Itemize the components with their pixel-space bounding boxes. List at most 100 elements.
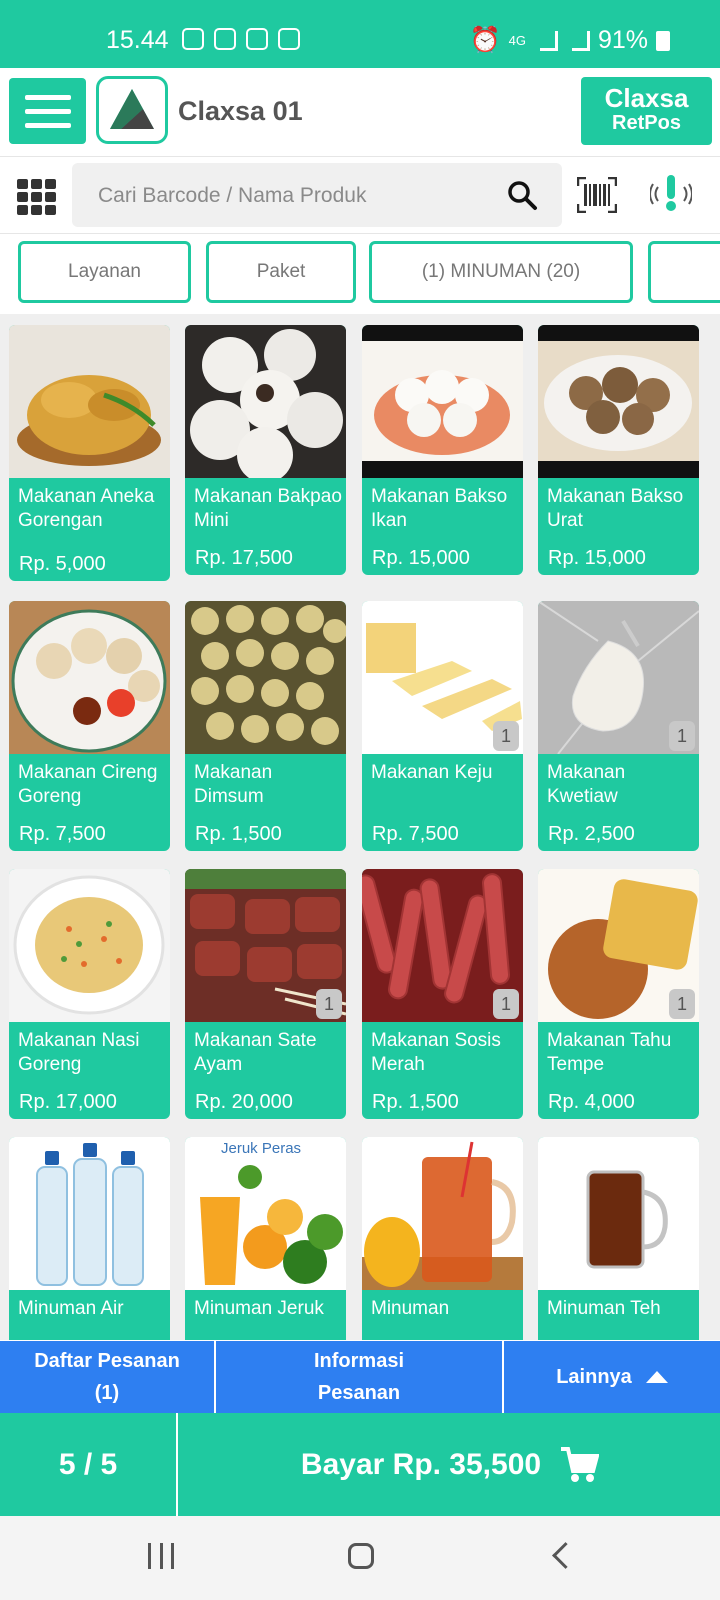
menu-button[interactable]	[9, 78, 86, 144]
product-card[interactable]: Minuman Air	[9, 1137, 170, 1340]
product-price: Rp. 17,000	[19, 1091, 117, 1113]
product-card[interactable]: 1 Makanan Tahu Tempe Rp. 4,000	[538, 869, 699, 1119]
product-card[interactable]: 1 Makanan Keju Rp. 7,500	[362, 601, 523, 851]
product-name: Minuman Teh	[547, 1298, 661, 1319]
product-image	[185, 325, 346, 478]
recent-apps-icon[interactable]	[148, 1543, 174, 1569]
status-right: ⏰ 4G 91%	[469, 26, 670, 55]
product-image	[362, 325, 523, 478]
alarm-icon: ⏰	[469, 26, 501, 54]
product-name: Makanan Sate Ayam	[194, 1030, 317, 1075]
product-image	[185, 601, 346, 754]
cart-count-badge: 1	[669, 721, 695, 751]
shield-icon	[246, 28, 268, 50]
app-bar: Claxsa 01 Claxsa RetPos	[0, 68, 720, 158]
product-card[interactable]: Minuman Teh	[538, 1137, 699, 1340]
tiktok-icon	[182, 28, 204, 50]
product-name: Minuman	[371, 1298, 450, 1319]
pay-button[interactable]: Bayar Rp. 35,500	[180, 1413, 720, 1516]
system-nav-bar	[0, 1516, 720, 1600]
vibrate-alert-icon[interactable]	[650, 173, 692, 215]
product-image	[9, 1137, 170, 1290]
image-icon	[278, 28, 300, 50]
tab-order-info-label: Informasi Pesanan	[313, 1350, 405, 1404]
product-grid: Makanan Aneka Gorengan Rp. 5,000 Makanan…	[0, 314, 720, 1340]
cart-count-badge: 1	[493, 721, 519, 751]
tab-order-info[interactable]: Informasi Pesanan	[216, 1341, 504, 1413]
logo-triangle-icon	[110, 89, 154, 129]
product-name: Minuman Air	[18, 1298, 124, 1319]
product-card[interactable]: Makanan Dimsum Rp. 1,500	[185, 601, 346, 851]
product-name: Minuman Jeruk	[194, 1298, 324, 1319]
barcode-scan-icon[interactable]	[577, 177, 617, 213]
product-card[interactable]: 1 Makanan Kwetiaw Rp. 2,500	[538, 601, 699, 851]
search-icon[interactable]	[506, 179, 538, 211]
product-image	[9, 869, 170, 1022]
product-image: Jeruk Peras	[185, 1137, 346, 1290]
category-layanan[interactable]: Layanan	[18, 241, 191, 303]
product-card[interactable]: Makanan Nasi Goreng Rp. 17,000	[9, 869, 170, 1119]
product-card[interactable]: Makanan Bakso Ikan Rp. 15,000	[362, 325, 523, 575]
tab-more-label: Lainnya	[556, 1366, 632, 1388]
pay-bar: 5 / 5 Bayar Rp. 35,500	[0, 1413, 720, 1516]
cart-count-badge: 1	[493, 989, 519, 1019]
brand-button[interactable]: Claxsa RetPos	[581, 77, 712, 145]
category-tabs: Layanan Paket (1) MINUMAN (20)	[0, 234, 720, 314]
product-price: Rp. 5,000	[19, 553, 106, 575]
product-name: Makanan Sosis Merah	[371, 1030, 501, 1075]
notification-icons	[182, 28, 300, 50]
product-price: Rp. 15,000	[548, 547, 646, 569]
category-paket[interactable]: Paket	[206, 241, 356, 303]
calendar-icon	[214, 28, 236, 50]
search-row	[0, 157, 720, 235]
network-label: 4G	[508, 33, 526, 48]
tab-order-list[interactable]: Daftar Pesanan (1)	[0, 1341, 216, 1413]
product-card[interactable]: Makanan Cireng Goreng Rp. 7,500	[9, 601, 170, 851]
product-name: Makanan Tahu Tempe	[547, 1030, 672, 1075]
product-price: Rp. 1,500	[195, 823, 282, 845]
home-icon[interactable]	[348, 1543, 374, 1569]
product-image	[362, 1137, 523, 1290]
product-price: Rp. 7,500	[372, 823, 459, 845]
product-price: Rp. 7,500	[19, 823, 106, 845]
product-price: Rp. 17,500	[195, 547, 293, 569]
product-name: Makanan Bakso Urat	[547, 486, 684, 531]
cart-count-badge: 1	[669, 989, 695, 1019]
product-card[interactable]: Makanan Bakpao Mini Rp. 17,500	[185, 325, 346, 575]
hamburger-icon	[24, 94, 71, 100]
product-name: Makanan Nasi Goreng	[18, 1030, 140, 1075]
product-card[interactable]: 1 Makanan Sate Ayam Rp. 20,000	[185, 869, 346, 1119]
product-card[interactable]: 1 Makanan Sosis Merah Rp. 1,500	[362, 869, 523, 1119]
item-count: 5 / 5	[0, 1413, 178, 1516]
store-name: Claxsa 01	[178, 96, 303, 126]
back-icon[interactable]	[552, 1542, 579, 1569]
product-image	[538, 1137, 699, 1290]
grid-view-icon[interactable]	[17, 179, 56, 215]
app-logo	[96, 76, 168, 144]
search-input[interactable]	[72, 163, 510, 229]
product-name: Makanan Cireng Goreng	[18, 762, 158, 807]
product-name: Makanan Bakpao Mini	[194, 486, 342, 531]
product-image	[9, 325, 170, 478]
status-bar: 15.44 ⏰ 4G 91%	[0, 0, 720, 68]
status-time: 15.44	[106, 26, 169, 54]
pay-label: Bayar Rp. 35,500	[300, 1447, 542, 1481]
cart-count-badge: 1	[316, 989, 342, 1019]
product-price: Rp. 20,000	[195, 1091, 293, 1113]
category-more[interactable]	[648, 241, 720, 303]
product-name: Makanan Aneka Gorengan	[18, 486, 155, 531]
battery-label: 91%	[597, 26, 648, 54]
product-card[interactable]: Jeruk Peras Minuman Jeruk	[185, 1137, 346, 1340]
order-tabs: Daftar Pesanan (1) Informasi Pesanan Lai…	[0, 1341, 720, 1413]
product-card[interactable]: Makanan Aneka Gorengan Rp. 5,000	[9, 325, 170, 581]
product-card[interactable]: Makanan Bakso Urat Rp. 15,000	[538, 325, 699, 575]
product-price: Rp. 2,500	[548, 823, 635, 845]
product-price: Rp. 15,000	[372, 547, 470, 569]
product-card[interactable]: Minuman	[362, 1137, 523, 1340]
tab-order-list-label: Daftar Pesanan (1)	[34, 1350, 180, 1404]
signal-icon	[539, 30, 558, 51]
tab-more[interactable]: Lainnya	[504, 1341, 720, 1413]
category-minuman[interactable]: (1) MINUMAN (20)	[369, 241, 633, 303]
product-price: Rp. 4,000	[548, 1091, 635, 1113]
product-name: Makanan Bakso Ikan	[371, 486, 508, 531]
